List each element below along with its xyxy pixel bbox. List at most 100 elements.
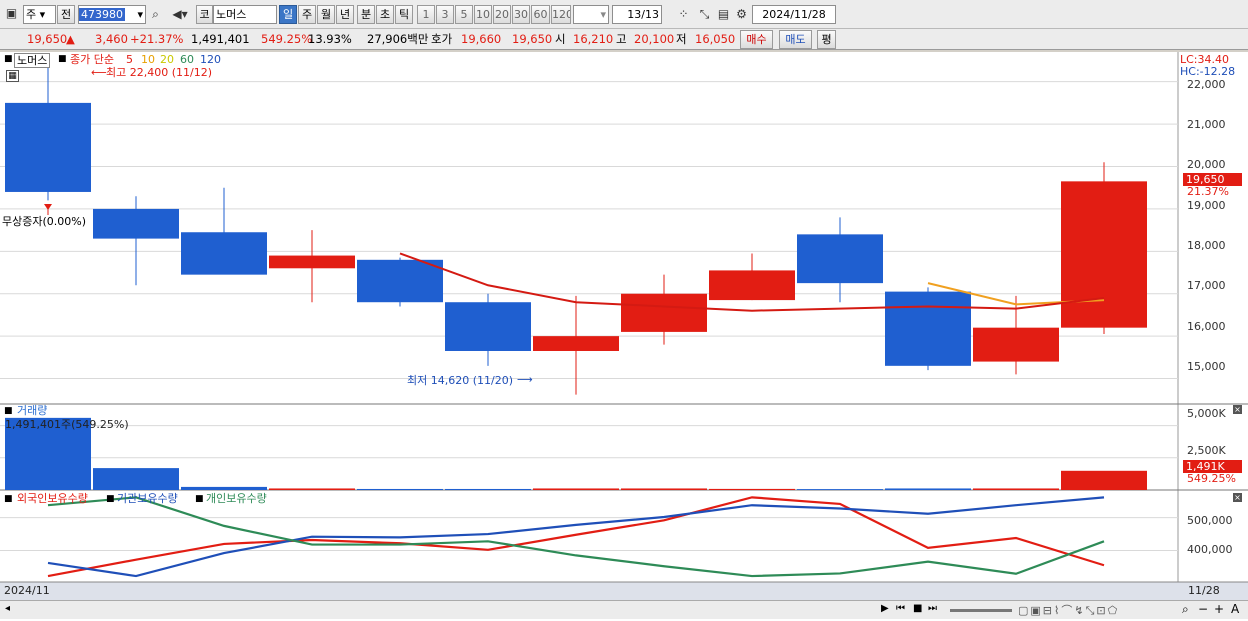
y-tick: 16,000 [1187, 320, 1226, 333]
trade-amount: 27,906백만 [367, 32, 429, 46]
zoom-out-icon[interactable]: − [1198, 602, 1208, 616]
stock-code-value: 473980 [79, 8, 125, 21]
y-tick: 500,000 [1187, 514, 1233, 527]
ma-label: 종가 단순 [70, 53, 114, 66]
play-icon[interactable]: ▶ [881, 603, 889, 614]
range-20[interactable]: 20 [493, 5, 511, 24]
open-label: 시 [555, 32, 566, 46]
scroll-left-icon[interactable]: ◂ [5, 603, 10, 614]
stock-name-field[interactable]: 노머스 [213, 5, 277, 24]
y-tick: 18,000 [1187, 239, 1226, 252]
rewind-icon[interactable]: ⏮ [896, 603, 905, 614]
drawing-tools-icon[interactable]: ▢▣⊟⌇⌒↯⤡⊡⬠ [1018, 602, 1119, 618]
candle-body [357, 259, 443, 303]
range-60[interactable]: 60 [531, 5, 550, 24]
tab-minute[interactable]: 분 [357, 5, 375, 24]
candle-body [709, 270, 795, 301]
price-change-pct: +21.37% [130, 32, 184, 46]
ma-period-20: 20 [160, 53, 174, 66]
candle-body [797, 234, 883, 284]
close-icon[interactable]: × [1233, 493, 1242, 502]
y-tick: 5,000K [1187, 407, 1226, 420]
y-tick: 2,500K [1187, 444, 1226, 457]
draw-tool-icon[interactable]: ⤡ [696, 5, 713, 24]
tab-tick[interactable]: 틱 [395, 5, 413, 24]
y-tick: 21,000 [1187, 118, 1226, 131]
search-icon[interactable]: ⌕ [1182, 602, 1189, 617]
volume-bar [797, 489, 883, 490]
volume-current-pct: 549.25% [1187, 472, 1236, 485]
table-icon[interactable]: ▦ [6, 70, 19, 82]
y-tick: 15,000 [1187, 360, 1226, 373]
search-icon[interactable]: ⌕ [147, 5, 164, 24]
candle-body [973, 327, 1059, 362]
range-3[interactable]: 3 [436, 5, 454, 24]
chevron-down-icon: ▾ [137, 8, 143, 21]
window-icon[interactable]: ▣ [3, 4, 20, 23]
save-icon[interactable]: ▤ [715, 5, 732, 24]
tab-day[interactable]: 일 [279, 5, 297, 24]
close-icon[interactable]: × [1233, 405, 1242, 414]
buy-button[interactable]: 매수 [740, 30, 773, 49]
period-select[interactable]: 주 ▾ [23, 5, 56, 24]
current-pct-tag: 21.37% [1187, 185, 1229, 198]
volume-bar [973, 488, 1059, 490]
arrow-left-icon: ⟵ [91, 66, 107, 79]
volume-bar [93, 468, 179, 490]
volume-bar [709, 488, 795, 490]
square-bullet-icon: ■ [4, 494, 13, 504]
range-10[interactable]: 10 [474, 5, 492, 24]
page-count: 13/13 [612, 5, 662, 24]
ma-period-120: 120 [200, 53, 221, 66]
grid-icon[interactable]: ⁘ [675, 5, 692, 24]
stock-code-input[interactable]: 473980 ▾ [78, 5, 146, 24]
sell-button[interactable]: 매도 [779, 30, 812, 49]
legend-foreign: 외국인보유수량 [17, 492, 88, 505]
chart-area: ■ 노머스 ■ 종가 단순 5 10 20 60 120 ▦ ⟵ 최고 22,4… [0, 52, 1248, 621]
gear-icon[interactable]: ⚙ [733, 5, 750, 24]
toolbar: ▣ 주 ▾ 전 473980 ▾ ⌕ ◀▾ 코 노머스 일 주 월 년 분 초 틱… [0, 0, 1248, 29]
stop-icon[interactable]: ■ [913, 603, 922, 614]
volume-title: 거래량 [17, 404, 48, 417]
end-date: 11/28 [1188, 584, 1220, 597]
volume-bar [357, 488, 443, 490]
tab-year[interactable]: 년 [336, 5, 354, 24]
horizontal-scrollbar[interactable]: ◂ [0, 600, 878, 619]
speaker-icon[interactable]: ◀▾ [167, 5, 193, 24]
chevron-down-icon: ▾ [600, 8, 606, 21]
fast-forward-icon[interactable]: ⏭ [928, 603, 937, 614]
tab-second[interactable]: 초 [376, 5, 394, 24]
stock-label[interactable]: 노머스 [14, 53, 51, 68]
date-field[interactable]: 2024/11/28 [752, 5, 836, 24]
y-tick: 17,000 [1187, 279, 1226, 292]
zoom-slider[interactable] [950, 609, 1012, 612]
low-price: 16,050 [695, 32, 736, 46]
y-tick: 19,000 [1187, 199, 1226, 212]
tab-week[interactable]: 주 [298, 5, 316, 24]
range-dropdown[interactable]: ▾ [573, 5, 609, 24]
range-1[interactable]: 1 [417, 5, 435, 24]
bid-price: 19,650 [512, 32, 553, 46]
legend-institution: 기관보유수량 [117, 492, 178, 505]
high-label: 고 [616, 32, 627, 46]
range-120[interactable]: 120 [551, 5, 571, 24]
candle-body [269, 255, 355, 269]
y-tick: 20,000 [1187, 158, 1226, 171]
arrow-right-icon: ⟶ [517, 373, 533, 386]
candle-body [533, 336, 619, 351]
candle-body [93, 208, 179, 239]
tab-month[interactable]: 월 [317, 5, 335, 24]
range-30[interactable]: 30 [512, 5, 530, 24]
square-bullet-icon: ■ [195, 494, 204, 504]
eval-button[interactable]: 평 [817, 30, 836, 49]
range-5[interactable]: 5 [455, 5, 473, 24]
square-bullet-icon: ■ [4, 54, 13, 64]
zoom-in-icon[interactable]: + [1214, 602, 1224, 616]
turnover-rate: 13.93% [308, 32, 352, 46]
open-price: 16,210 [573, 32, 614, 46]
prev-button[interactable]: 전 [57, 5, 75, 24]
up-arrow-icon: ▲ [66, 32, 75, 46]
font-size-icon[interactable]: A [1231, 602, 1239, 616]
individual-holding-line [47, 496, 1105, 578]
chart-canvas[interactable] [0, 52, 1248, 621]
